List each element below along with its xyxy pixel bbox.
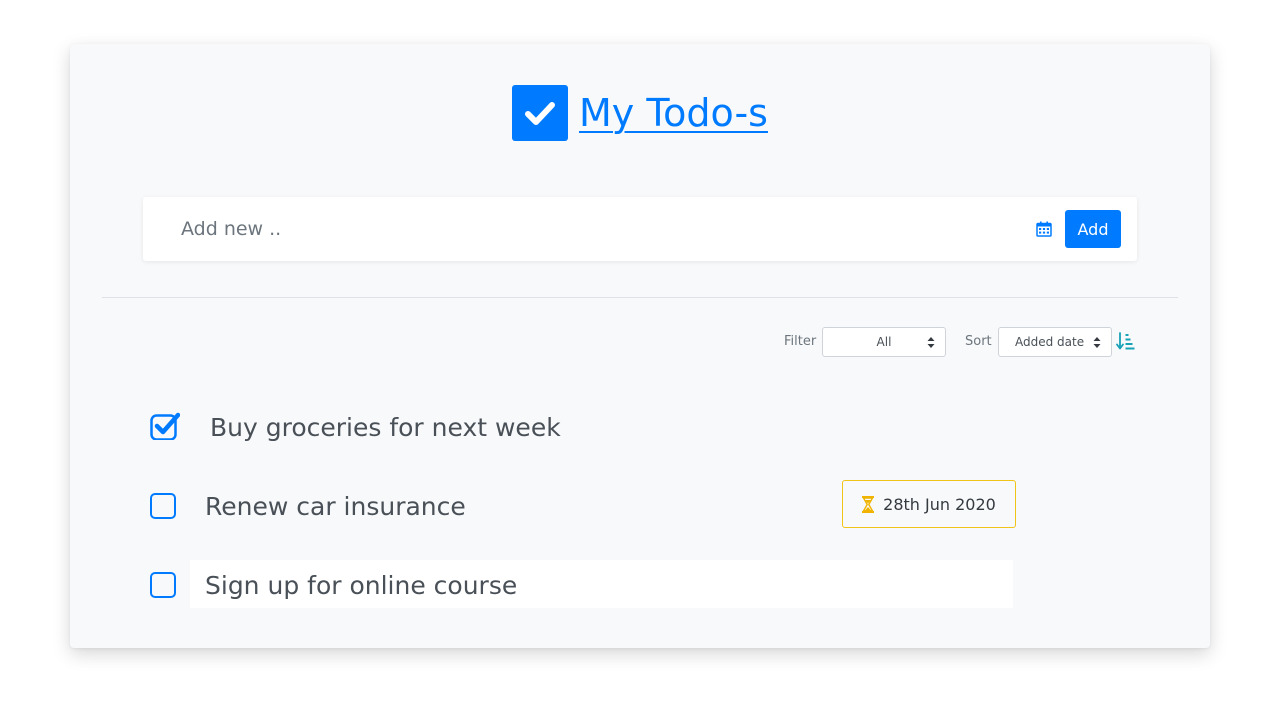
checkbox-unchecked-icon (150, 493, 176, 519)
sort-select[interactable]: Added date (998, 327, 1112, 357)
todo-checkbox[interactable] (150, 493, 176, 519)
list-item: Renew car insurance 28th Jun 2020 (150, 480, 1020, 530)
calendar-icon[interactable] (1036, 221, 1052, 237)
sort-label: Sort (965, 334, 992, 349)
todo-checkbox[interactable] (150, 572, 176, 598)
todo-text-highlight[interactable]: Sign up for online course (190, 560, 1013, 608)
hourglass-icon (862, 495, 875, 513)
list-item: Buy groceries for next week (150, 403, 1020, 451)
select-caret-icon (1093, 337, 1101, 348)
divider (102, 297, 1178, 298)
select-caret-icon (927, 337, 935, 348)
sort-numeric-down-icon[interactable] (1116, 331, 1136, 351)
todo-text[interactable]: Renew car insurance (205, 494, 466, 519)
add-todo-bar: Add (143, 197, 1137, 261)
add-button[interactable]: Add (1065, 210, 1121, 248)
todo-text[interactable]: Buy groceries for next week (210, 415, 561, 440)
sort-select-value: Added date (1015, 335, 1085, 349)
list-item: Sign up for online course (150, 560, 1020, 609)
due-date-badge[interactable]: 28th Jun 2020 (842, 480, 1016, 528)
todo-card: My Todo-s Add Filter All Sort Added date (70, 44, 1210, 648)
filter-select-value: All (876, 335, 892, 349)
checkbox-checked-icon (512, 85, 569, 141)
page-title[interactable]: My Todo-s (579, 94, 768, 132)
add-todo-input[interactable] (165, 209, 965, 249)
checkbox-unchecked-icon (150, 572, 176, 598)
filter-label: Filter (784, 334, 817, 349)
todo-text[interactable]: Sign up for online course (205, 573, 517, 598)
due-date-text: 28th Jun 2020 (883, 494, 996, 514)
header: My Todo-s (70, 84, 1210, 142)
filter-select[interactable]: All (822, 327, 946, 357)
todo-checkbox-checked[interactable] (150, 412, 180, 440)
checkbox-checked-icon (150, 412, 180, 440)
